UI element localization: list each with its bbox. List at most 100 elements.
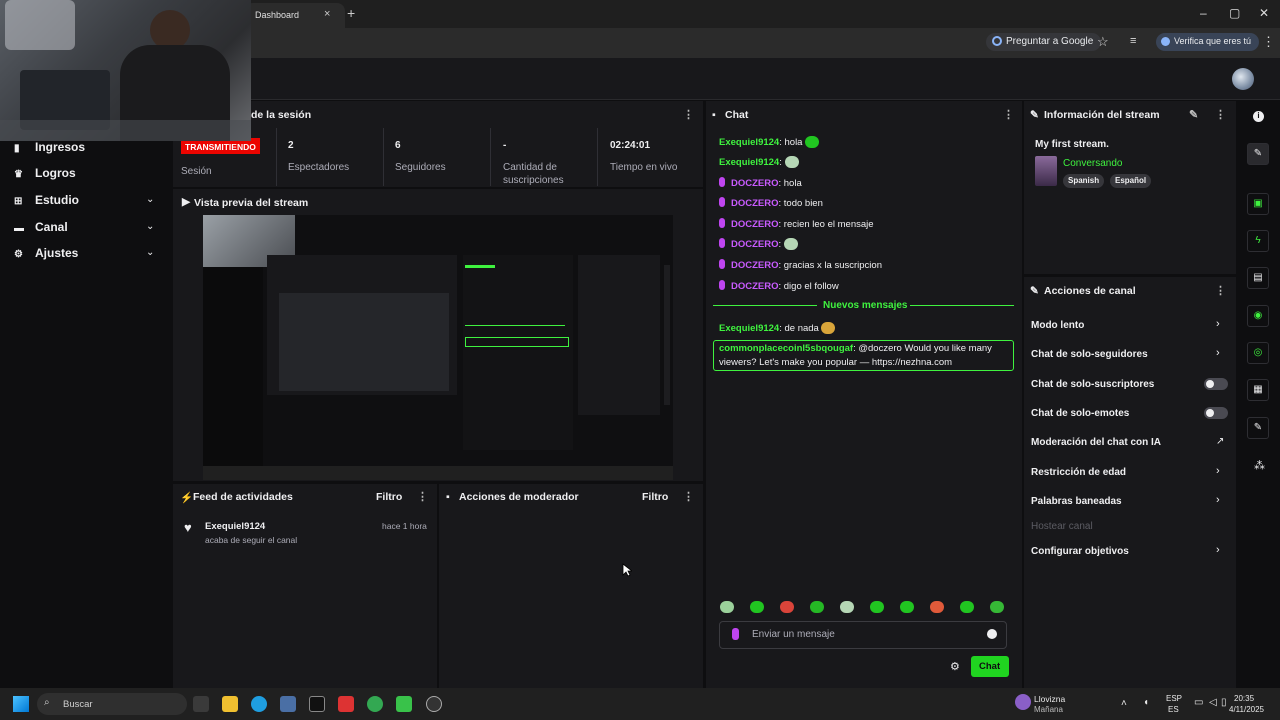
maximize-button[interactable]: ▢ (1229, 6, 1240, 20)
weather-text: Llovizna (1034, 694, 1066, 704)
verify-button[interactable]: Verifica que eres tú (1156, 33, 1260, 51)
volume-icon[interactable]: ◁ (1209, 698, 1217, 708)
bookmark-star-icon[interactable]: ☆ (1097, 34, 1109, 50)
slow-mode-item[interactable]: Modo lento (1031, 320, 1084, 331)
chat-message: DOCZERO: (719, 238, 798, 250)
chevron-up-icon[interactable]: ˄ (1121, 699, 1127, 709)
chevron-right-icon[interactable]: › (1216, 465, 1220, 477)
more-options-icon[interactable]: ⋮ (683, 490, 694, 503)
clipboard-icon[interactable]: ▤ (1247, 267, 1269, 289)
chat-username[interactable]: DOCZERO (731, 260, 779, 271)
chat-username[interactable]: DOCZERO (731, 219, 779, 230)
new-tab-button[interactable]: + (347, 5, 355, 21)
app-icon[interactable] (338, 696, 354, 712)
windows-start-icon[interactable] (13, 696, 29, 712)
more-options-icon[interactable]: ⋮ (1215, 108, 1226, 121)
more-options-icon[interactable]: ⋮ (1003, 108, 1014, 121)
chat-settings-gear-icon[interactable]: ⚙ (950, 660, 960, 673)
minimize-button[interactable]: – (1200, 6, 1207, 20)
emotes-only-toggle[interactable] (1204, 407, 1228, 419)
emote-button-icon[interactable] (780, 601, 794, 613)
ai-moderation-item[interactable]: Moderación del chat con IA (1031, 437, 1161, 448)
chevron-right-icon[interactable]: › (1216, 544, 1220, 556)
chrome-icon[interactable] (367, 696, 383, 712)
reading-list-icon[interactable]: ≡ (1130, 35, 1136, 47)
chevron-right-icon[interactable]: › (1216, 318, 1220, 330)
sidebar-item-canal[interactable]: ▬ Canal (14, 220, 68, 234)
emote-button-icon[interactable] (990, 601, 1004, 613)
external-link-icon[interactable]: ↗ (1216, 436, 1224, 447)
chat-icon[interactable]: ◉ (1247, 305, 1269, 327)
chevron-down-icon[interactable]: ⌄ (146, 247, 154, 258)
more-options-icon[interactable]: ⋮ (683, 108, 694, 121)
emote-button-icon[interactable] (870, 601, 884, 613)
emote-button-icon[interactable] (840, 601, 854, 613)
window-close-button[interactable]: ✕ (1259, 6, 1269, 20)
ask-google-button[interactable]: Preguntar a Google (986, 33, 1102, 51)
emote-button-icon[interactable] (960, 601, 974, 613)
edit-pencil-icon[interactable]: ✎ (1189, 108, 1198, 121)
chat-send-button[interactable]: Chat (971, 656, 1009, 677)
microphone-icon[interactable]: ◖ (1143, 698, 1149, 708)
share-icon[interactable]: ⁂ (1254, 459, 1265, 472)
chat-username[interactable]: DOCZERO (731, 239, 779, 250)
emote-button-icon[interactable] (810, 601, 824, 613)
banned-words-item[interactable]: Palabras baneadas (1031, 496, 1122, 507)
lightning-icon[interactable]: ϟ (1247, 230, 1269, 252)
emote-button-icon[interactable] (900, 601, 914, 613)
emote-button-icon[interactable] (720, 601, 734, 613)
chat-username[interactable]: Exequiel9124 (719, 157, 779, 168)
avatar[interactable] (1232, 68, 1254, 90)
moderator-filter-button[interactable]: Filtro (642, 491, 668, 503)
chat-username[interactable]: Exequiel9124 (719, 323, 779, 334)
taskbar-search[interactable]: Buscar (37, 693, 187, 715)
chat-username[interactable]: DOCZERO (731, 178, 779, 189)
chevron-right-icon[interactable]: › (1216, 494, 1220, 506)
edit-stream-icon[interactable]: ✎ (1247, 143, 1269, 165)
scan-icon[interactable]: ▣ (1247, 193, 1269, 215)
kick-icon[interactable] (396, 696, 412, 712)
activity-filter-button[interactable]: Filtro (376, 491, 402, 503)
browser-menu-icon[interactable]: ⋮ (1262, 34, 1275, 50)
chat-username[interactable]: commonplacecoinl5sbqougaf (719, 343, 853, 354)
category-link[interactable]: Conversando (1063, 158, 1122, 169)
battery-icon[interactable]: ▯ (1221, 698, 1227, 708)
sidebar-item-label: Ajustes (35, 246, 79, 260)
chat-username[interactable]: DOCZERO (731, 281, 779, 292)
stream-preview-video[interactable] (203, 215, 673, 480)
chevron-down-icon[interactable]: ⌄ (146, 194, 154, 205)
sidebar-item-estudio[interactable]: ⊞ Estudio (14, 193, 79, 207)
emote-button-icon[interactable] (930, 601, 944, 613)
sidebar-item-logros[interactable]: ♛ Logros (14, 166, 76, 180)
lang-code[interactable]: ESP (1166, 694, 1182, 704)
tab-close-icon[interactable]: × (324, 8, 330, 20)
chevron-down-icon[interactable]: ⌄ (146, 221, 154, 232)
chevron-right-icon[interactable]: › (1216, 347, 1220, 359)
chat-username[interactable]: DOCZERO (731, 198, 779, 209)
more-options-icon[interactable]: ⋮ (1215, 284, 1226, 297)
chat-username[interactable]: Exequiel9124 (719, 137, 779, 148)
file-explorer-icon[interactable] (222, 696, 238, 712)
edge-icon[interactable] (251, 696, 267, 712)
tag[interactable]: Español (1110, 174, 1152, 188)
subscribers-only-toggle[interactable] (1204, 378, 1228, 390)
wrench-icon[interactable]: ✎ (1247, 417, 1269, 439)
obs-icon[interactable] (426, 696, 442, 712)
set-goals-item[interactable]: Configurar objetivos (1031, 546, 1129, 557)
store-icon[interactable] (280, 696, 296, 712)
more-options-icon[interactable]: ⋮ (417, 490, 428, 503)
tag[interactable]: Spanish (1063, 174, 1105, 188)
layout-icon[interactable]: ▦ (1247, 379, 1269, 401)
emote-button-icon[interactable] (750, 601, 764, 613)
task-view-icon[interactable] (193, 696, 209, 712)
followers-only-item[interactable]: Chat de solo-seguidores (1031, 349, 1148, 360)
broadcast-icon[interactable]: ◎ (1247, 342, 1269, 364)
clock-time[interactable]: 20:35 (1234, 694, 1254, 704)
sidebar-item-ingresos[interactable]: ▮ Ingresos (14, 140, 85, 154)
info-icon[interactable]: i (1253, 111, 1264, 122)
age-restriction-item[interactable]: Restricción de edad (1031, 467, 1126, 478)
sidebar-item-ajustes[interactable]: ⚙ Ajustes (14, 246, 78, 260)
tidal-icon[interactable] (309, 696, 325, 712)
emote-picker-icon[interactable] (987, 629, 997, 639)
network-icon[interactable]: ▭ (1194, 698, 1203, 708)
